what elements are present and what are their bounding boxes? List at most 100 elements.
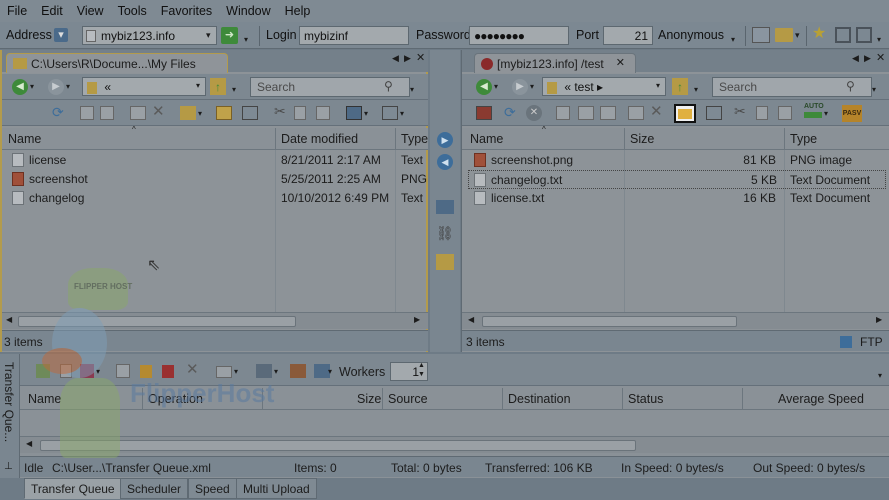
column-divider[interactable] <box>395 128 396 150</box>
col-size[interactable]: Size <box>630 132 654 146</box>
tab-local-files[interactable]: C:\Users\R\Docume...\My Files <box>6 53 228 73</box>
forward-icon[interactable]: ▶ <box>512 79 528 95</box>
chevron-down-icon[interactable]: ▾ <box>244 36 248 44</box>
chevron-down-icon[interactable]: ▾ <box>878 372 882 380</box>
tab-remote-server[interactable]: [mybiz123.info] /test ✕ <box>474 53 636 73</box>
back-icon[interactable]: ◀ <box>476 79 492 95</box>
copy-icon[interactable] <box>294 106 306 120</box>
layout-vertical-icon[interactable] <box>856 27 872 43</box>
chevron-down-icon[interactable]: ▾ <box>872 86 876 94</box>
stop-icon[interactable]: ✕ <box>526 105 542 121</box>
scroll-left-icon[interactable]: ◀ <box>6 316 12 324</box>
properties-icon[interactable] <box>600 106 616 120</box>
sync-folders-icon[interactable] <box>436 254 454 270</box>
remote-horizontal-scrollbar[interactable]: ◀ ▶ <box>462 312 889 329</box>
column-divider[interactable] <box>624 128 625 150</box>
view-options-icon[interactable] <box>346 106 362 120</box>
close-icon[interactable]: ✕ <box>416 53 425 64</box>
scroll-left-icon[interactable]: ◀ <box>26 440 32 448</box>
file-row-focused[interactable]: changelog.txt 5 KB Text Document <box>468 170 886 189</box>
menu-file[interactable]: File <box>0 4 34 18</box>
scroll-thumb[interactable] <box>482 316 737 327</box>
chevron-down-icon[interactable]: ▾ <box>731 36 735 44</box>
pasv-toggle[interactable]: PASV <box>842 105 862 122</box>
auto-mode-label[interactable]: AUTO <box>804 103 824 110</box>
menu-help[interactable]: Help <box>278 4 318 18</box>
pin-icon[interactable]: ⊥ <box>4 462 13 472</box>
move-item-icon[interactable] <box>216 366 232 378</box>
close-icon[interactable]: ✕ <box>876 53 885 64</box>
chevron-down-icon[interactable]: ▾ <box>198 110 202 118</box>
copy-to-icon[interactable] <box>242 106 258 120</box>
remote-path-input[interactable]: « test ▸ <box>542 77 666 96</box>
cut-icon[interactable]: ✂ <box>274 104 286 118</box>
column-divider[interactable] <box>502 388 503 410</box>
anonymous-label[interactable]: Anonymous <box>658 28 724 42</box>
search-icon[interactable]: ⚲ <box>846 80 855 92</box>
col-average-speed[interactable]: Average Speed <box>778 392 864 406</box>
chevron-down-icon[interactable]: ▾ <box>206 31 211 40</box>
edit-icon[interactable] <box>100 106 114 120</box>
forward-icon[interactable]: ▶ <box>48 79 64 95</box>
delete-icon[interactable]: ✕ <box>650 104 663 119</box>
protocol-icon[interactable]: ▾ <box>54 28 68 42</box>
layout-horizontal-icon[interactable] <box>835 27 851 43</box>
col-date-modified[interactable]: Date modified <box>281 132 358 146</box>
file-row[interactable]: license 8/21/2011 2:17 AM Text <box>2 151 428 170</box>
paste-icon[interactable] <box>316 106 330 120</box>
refresh-icon[interactable]: ⟳ <box>504 105 516 119</box>
rename-icon[interactable] <box>556 106 570 120</box>
column-divider[interactable] <box>784 128 785 150</box>
file-row[interactable]: changelog 10/10/2012 6:49 PM Text <box>2 189 428 208</box>
transfer-mode-icon[interactable] <box>804 112 822 118</box>
edit-icon[interactable] <box>578 106 594 120</box>
tab-scroll-left-icon[interactable]: ◀ <box>392 54 399 63</box>
site-manager-icon[interactable] <box>752 27 770 43</box>
local-path-input[interactable]: « <box>82 77 206 96</box>
new-folder-button[interactable] <box>674 104 696 123</box>
login-input[interactable]: mybizinf <box>299 26 409 45</box>
menu-view[interactable]: View <box>70 4 111 18</box>
spin-down-icon[interactable]: ▼ <box>418 371 425 378</box>
col-type[interactable]: Type <box>790 132 817 146</box>
chevron-down-icon[interactable]: ▾ <box>795 31 800 40</box>
col-size[interactable]: Size <box>357 392 381 406</box>
col-name[interactable]: Name <box>470 132 503 146</box>
col-status[interactable]: Status <box>628 392 663 406</box>
menu-window[interactable]: Window <box>219 4 277 18</box>
address-input[interactable]: mybiz123.info <box>82 26 217 45</box>
copy-to-icon[interactable] <box>706 106 722 120</box>
delete-icon[interactable]: ✕ <box>186 362 199 377</box>
refresh-icon[interactable]: ⟳ <box>52 105 64 119</box>
copy-icon[interactable] <box>756 106 768 120</box>
upload-arrow-icon[interactable]: ▶ <box>437 132 453 148</box>
up-folder-icon[interactable]: ↑ <box>210 78 226 95</box>
up-folder-icon[interactable]: ↑ <box>672 78 688 95</box>
chevron-down-icon[interactable]: ▾ <box>494 83 498 91</box>
compare-folders-icon[interactable] <box>436 200 454 214</box>
delete-icon[interactable]: ✕ <box>152 104 165 119</box>
folder-open-icon[interactable] <box>775 28 793 42</box>
tab-scroll-right-icon[interactable]: ▶ <box>404 54 411 63</box>
rename-icon[interactable] <box>80 106 94 120</box>
view-icon[interactable] <box>628 106 644 120</box>
spin-up-icon[interactable]: ▲ <box>418 362 425 369</box>
scroll-left-icon[interactable]: ◀ <box>468 316 474 324</box>
col-type[interactable]: Type <box>401 132 428 146</box>
tab-transfer-queue[interactable]: Transfer Queue <box>24 478 122 499</box>
tab-scroll-left-icon[interactable]: ◀ <box>852 54 859 63</box>
back-icon[interactable]: ◀ <box>12 79 28 95</box>
menu-tools[interactable]: Tools <box>111 4 154 18</box>
chevron-down-icon[interactable]: ▾ <box>400 110 404 118</box>
connect-go-icon[interactable]: ➜ <box>221 27 238 44</box>
menu-favorites[interactable]: Favorites <box>154 4 219 18</box>
queue-options-icon[interactable] <box>256 364 272 378</box>
column-divider[interactable] <box>742 388 743 410</box>
new-folder-icon[interactable] <box>216 106 232 120</box>
chevron-down-icon[interactable]: ▾ <box>232 86 236 94</box>
chevron-down-icon[interactable]: ▾ <box>328 368 332 376</box>
col-source[interactable]: Source <box>388 392 428 406</box>
queue-horizontal-scrollbar[interactable]: ◀ <box>20 436 889 453</box>
tab-scheduler[interactable]: Scheduler <box>120 478 189 499</box>
col-destination[interactable]: Destination <box>508 392 571 406</box>
